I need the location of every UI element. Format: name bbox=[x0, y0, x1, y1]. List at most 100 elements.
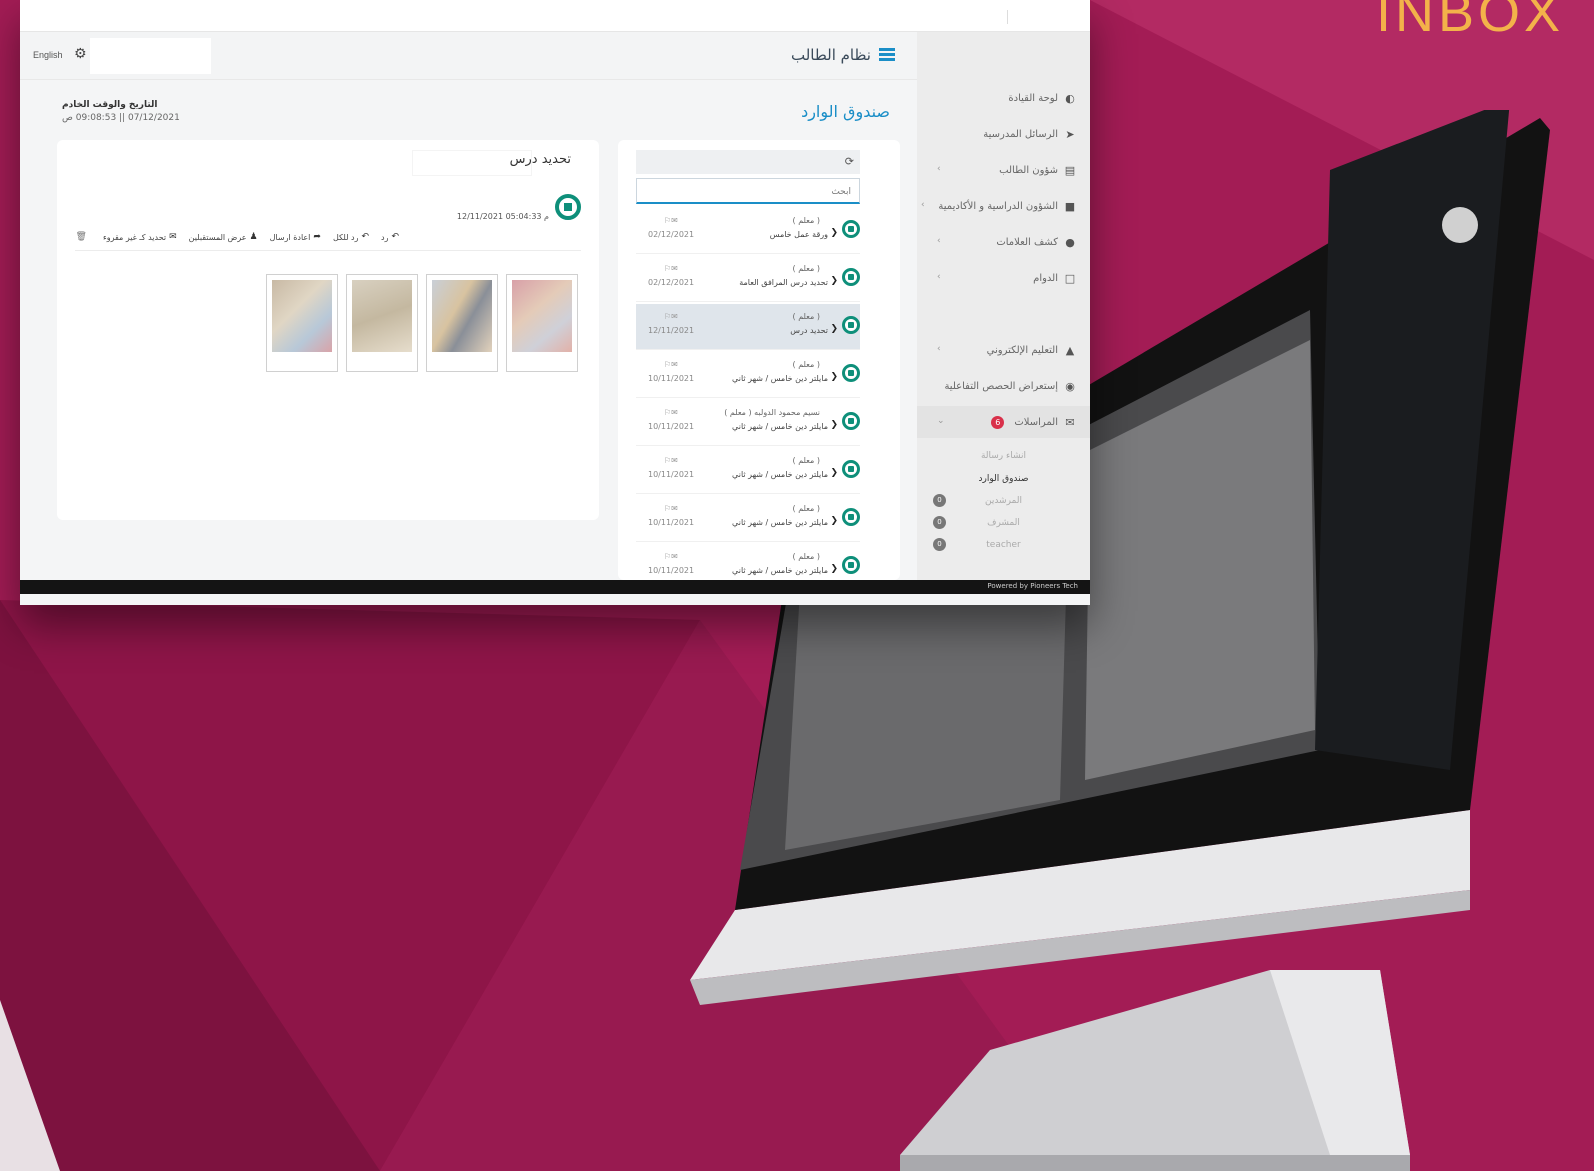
briefcase-icon: ■ bbox=[1064, 199, 1076, 213]
list-item[interactable]: ❮ ( معلم ) مايلتر دين خامس / شهر ثاني ⚐✉ 10/… bbox=[636, 448, 860, 494]
circle-icon: ● bbox=[1065, 235, 1075, 249]
recipients-label: عرض المستقبلين bbox=[188, 232, 247, 242]
sidebar-item-attendance[interactable]: □ الدوام › bbox=[917, 262, 1090, 294]
attachment-image bbox=[352, 280, 412, 352]
corner-title: INBOX bbox=[1375, 0, 1564, 43]
sender: ( معلم ) bbox=[792, 504, 820, 513]
sidebar-item-label: إستعراض الحصص التفاعلية bbox=[944, 380, 1058, 392]
subject: تحديد درس bbox=[790, 326, 828, 335]
dashboard-icon: ◐ bbox=[1065, 91, 1075, 105]
sidebar-sub-label: teacher bbox=[986, 540, 1021, 550]
chevron-down-icon: ⌄ bbox=[937, 416, 945, 426]
reply-button[interactable]: ↶ رد bbox=[381, 232, 399, 242]
attachment-thumbnail[interactable] bbox=[506, 274, 578, 372]
sidebar-item-label: المراسلات bbox=[1014, 416, 1058, 428]
sidebar-item-school-messages[interactable]: ➤ الرسائل المدرسية bbox=[917, 118, 1090, 150]
sender: ( معلم ) bbox=[792, 312, 820, 321]
forward-button[interactable]: ➦ اعادة ارسال bbox=[270, 232, 321, 242]
sidebar-sub-supervisor[interactable]: المشرف 0 bbox=[917, 512, 1090, 534]
menu-icon[interactable] bbox=[879, 48, 897, 62]
sidebar-item-dashboard[interactable]: ◐ لوحة القيادة bbox=[917, 82, 1090, 114]
sidebar-item-elearning[interactable]: ▲ التعليم الإلكتروني › bbox=[917, 334, 1090, 366]
message-actions: ↶ رد ↶ رد للكل ➦ اعادة ارسال ♟ عرض المستقبلي… bbox=[76, 232, 400, 242]
count-badge: 0 bbox=[933, 538, 946, 551]
flag-envelope-icons: ⚐✉ bbox=[664, 264, 678, 273]
user-box[interactable] bbox=[90, 38, 211, 74]
avatar bbox=[555, 194, 581, 220]
megaphone-icon: ➤ bbox=[1065, 127, 1075, 141]
forward-icon: ➦ bbox=[313, 232, 321, 242]
sidebar-sub-inbox[interactable]: صندوق الوارد bbox=[917, 468, 1090, 490]
list-item[interactable]: ❮ ( معلم ) مايلتر دين خامس / شهر ثاني ⚐✉ 10/… bbox=[636, 544, 860, 580]
divider bbox=[75, 250, 581, 251]
chevron-icon: › bbox=[937, 344, 941, 354]
attachments bbox=[266, 274, 578, 372]
mark-unread-button[interactable]: ✉ تحديد كـ غير مقروء bbox=[103, 232, 177, 242]
attachment-thumbnail[interactable] bbox=[346, 274, 418, 372]
date: 10/11/2021 bbox=[648, 566, 695, 575]
chevron-icon: › bbox=[937, 164, 941, 174]
date: 10/11/2021 bbox=[648, 374, 695, 383]
chevron-left-icon: ❮ bbox=[830, 324, 838, 334]
date: 02/12/2021 bbox=[648, 278, 695, 287]
list-item[interactable]: ❮ ( معلم ) مايلتر دين خامس / شهر ثاني ⚐✉ 10/… bbox=[636, 352, 860, 398]
sidebar-item-grades[interactable]: ● كشف العلامات › bbox=[917, 226, 1090, 258]
subject: ورقة عمل خامس bbox=[769, 230, 828, 239]
avatar bbox=[842, 556, 860, 574]
attachment-thumbnail[interactable] bbox=[266, 274, 338, 372]
envelope-icon: ✉ bbox=[1065, 415, 1075, 429]
forward-label: اعادة ارسال bbox=[269, 232, 311, 242]
chevron-left-icon: ❮ bbox=[830, 276, 838, 286]
list-item[interactable]: ❮ ( معلم ) مايلتر دين خامس / شهر ثاني ⚐✉ 10/… bbox=[636, 496, 860, 542]
list-item[interactable]: ❮ ( معلم ) تحديد درس المرافق العامة ⚐✉ 02/12… bbox=[636, 256, 860, 302]
reply-label: رد bbox=[381, 232, 389, 242]
attachment-thumbnail[interactable] bbox=[426, 274, 498, 372]
footer: Powered by Pioneers Tech bbox=[20, 580, 1090, 594]
flag-envelope-icons: ⚐✉ bbox=[664, 312, 678, 321]
language-link[interactable]: English bbox=[33, 50, 63, 60]
sidebar-item-interactive-classes[interactable]: ◉ إستعراض الحصص التفاعلية bbox=[917, 370, 1090, 402]
message-detail: تحديد درس 12/11/2021 05:04:33 م ↶ رد ↶ رد … bbox=[57, 140, 599, 520]
refresh-icon[interactable]: ⟳ bbox=[845, 155, 854, 168]
count-badge: 0 bbox=[933, 494, 946, 507]
browser-topbar bbox=[20, 0, 1090, 32]
avatar bbox=[842, 508, 860, 526]
sidebar-item-student-affairs[interactable]: ▤ شؤون الطالب › bbox=[917, 154, 1090, 186]
avatar bbox=[842, 412, 860, 430]
camera-icon: ◉ bbox=[1065, 379, 1075, 393]
trash-icon[interactable]: 🗑 bbox=[76, 232, 87, 242]
search-input[interactable] bbox=[637, 180, 859, 204]
list-item[interactable]: ❮ نسيم محمود الدولبه ( معلم ) مايلتر دين خ… bbox=[636, 400, 860, 446]
recipients-button[interactable]: ♟ عرض المستقبلين bbox=[189, 232, 258, 242]
powered-by: Powered by Pioneers Tech bbox=[987, 582, 1078, 590]
laptop-icon: □ bbox=[1064, 271, 1076, 285]
gear-icon[interactable]: ⚙ bbox=[74, 46, 87, 62]
sidebar-item-correspondence[interactable]: ✉ المراسلات 6 ⌄ bbox=[917, 406, 1090, 438]
sidebar: ◐ لوحة القيادة ➤ الرسائل المدرسية ▤ شؤون ال… bbox=[917, 32, 1090, 580]
sidebar-sub-teacher[interactable]: teacher 0 bbox=[917, 534, 1090, 556]
sidebar-sub-counselors[interactable]: المرشدين 0 bbox=[917, 490, 1090, 512]
app-title: نظام الطالب bbox=[791, 46, 897, 64]
message-list: ⟳ ❮ ( معلم ) ورقة عمل خامس ⚐✉ 02/12/2021 ❮ ( … bbox=[618, 140, 900, 580]
flag-envelope-icons: ⚐✉ bbox=[664, 504, 678, 513]
list-toolbar: ⟳ bbox=[636, 150, 860, 174]
subject: مايلتر دين خامس / شهر ثاني bbox=[732, 470, 828, 479]
attachment-image bbox=[432, 280, 492, 352]
subject: مايلتر دين خامس / شهر ثاني bbox=[732, 518, 828, 527]
sidebar-item-label: الرسائل المدرسية bbox=[983, 128, 1058, 140]
flag-envelope-icons: ⚐✉ bbox=[664, 456, 678, 465]
book-icon: ▤ bbox=[1064, 163, 1076, 177]
sidebar-item-academic[interactable]: ■ الشؤون الدراسية و الأكاديمية › bbox=[917, 190, 1090, 222]
sidebar-sub-compose[interactable]: انشاء رسالة bbox=[917, 445, 1090, 467]
app-title-label: نظام الطالب bbox=[790, 46, 871, 64]
graduation-cap-icon: ▲ bbox=[1065, 343, 1075, 357]
sidebar-item-label: شؤون الطالب bbox=[999, 164, 1058, 176]
flag-envelope-icons: ⚐✉ bbox=[664, 552, 678, 561]
list-item[interactable]: ❮ ( معلم ) ورقة عمل خامس ⚐✉ 02/12/2021 bbox=[636, 208, 860, 254]
sidebar-sub-label: المشرف bbox=[987, 518, 1020, 528]
flag-envelope-icons: ⚐✉ bbox=[664, 216, 678, 225]
page-title: صندوق الوارد bbox=[801, 102, 890, 121]
reply-all-button[interactable]: ↶ رد للكل bbox=[333, 232, 369, 242]
date: 02/12/2021 bbox=[648, 230, 695, 239]
list-item-selected[interactable]: ❮ ( معلم ) تحديد درس ⚐✉ 12/11/2021 bbox=[636, 304, 860, 350]
